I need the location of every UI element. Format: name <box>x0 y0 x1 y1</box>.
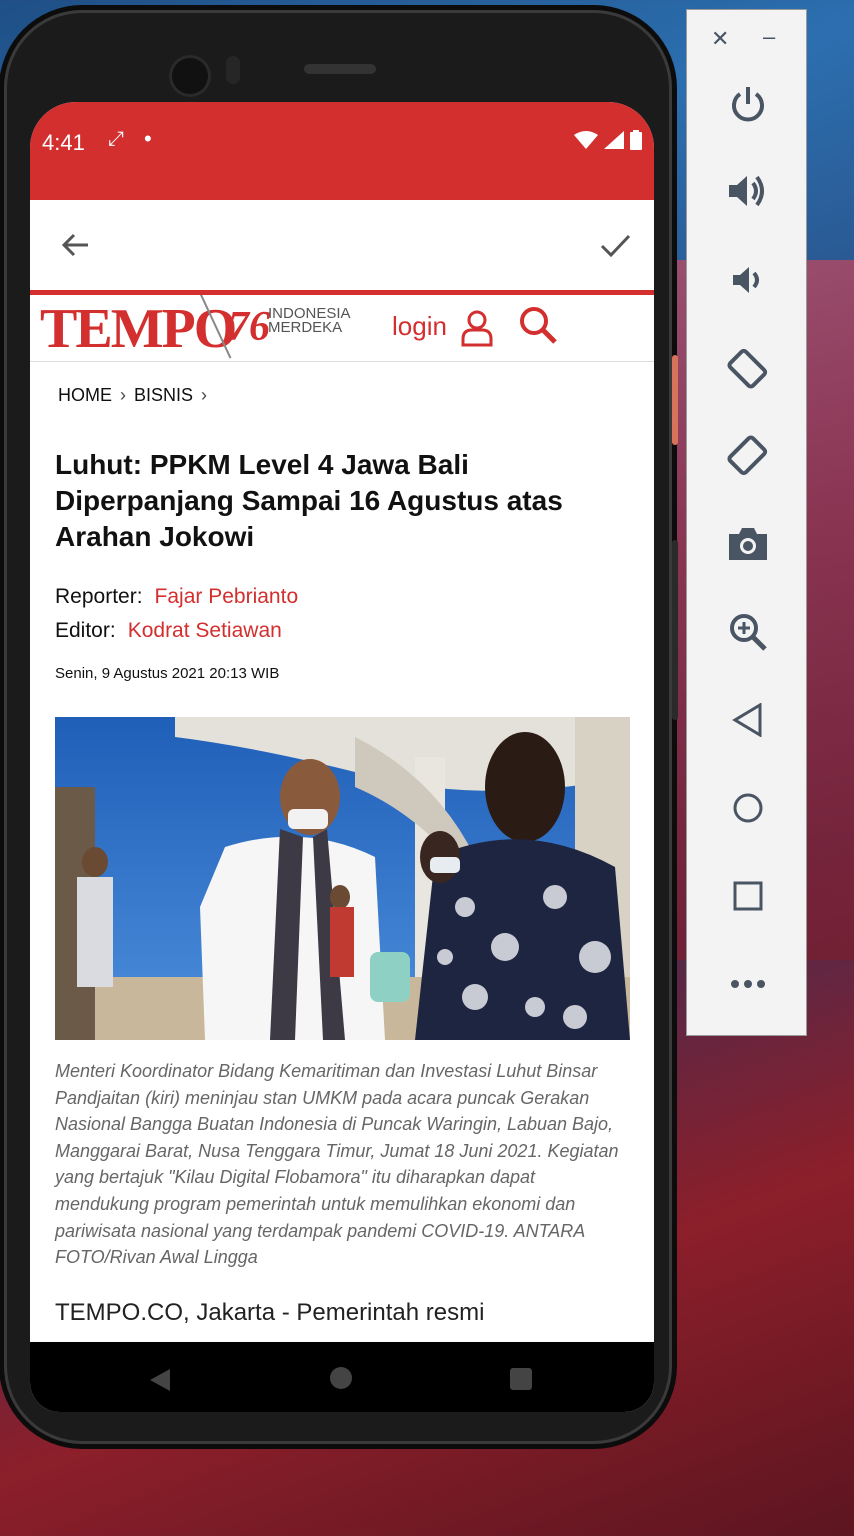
power-button[interactable] <box>687 74 808 134</box>
power-icon <box>731 87 764 122</box>
system-nav-bar <box>30 1342 654 1412</box>
screenshot-button[interactable] <box>687 514 808 574</box>
anniversary-logo: 76 <box>228 304 270 350</box>
publish-date: Senin, 9 Agustus 2021 20:13 WIB <box>55 665 280 682</box>
editor-line: Editor: Kodrat Setiawan <box>55 619 282 643</box>
search-icon[interactable] <box>518 305 558 345</box>
battery-icon <box>630 130 642 150</box>
back-button[interactable] <box>687 690 808 750</box>
chevron-right-icon: › <box>201 385 208 405</box>
signal-icon <box>604 131 624 149</box>
nav-back-icon[interactable] <box>148 1368 172 1392</box>
breadcrumb-bisnis[interactable]: BISNIS <box>134 385 193 406</box>
volume-up-button[interactable] <box>687 161 808 221</box>
volume-rocker[interactable] <box>672 540 678 720</box>
reporter-line: Reporter: Fajar Pebrianto <box>55 585 298 609</box>
tagline-line2: MERDEKA <box>268 319 343 336</box>
article-webview: TEMPO 76 INDONESIA MERDEKA login HOME › … <box>30 295 654 1340</box>
photo-caption: Menteri Koordinator Bidang Kemaritiman d… <box>55 1061 619 1268</box>
rotate-right-icon <box>726 435 767 476</box>
emulator-toolbar: ✕ – <box>686 9 807 1036</box>
overview-icon <box>733 881 762 911</box>
breadcrumb-home[interactable]: HOME <box>58 385 112 406</box>
rotate-right-button[interactable] <box>687 426 808 486</box>
phone-frame: 4:41 ⤢ • TEMPO 76 INDONESIA MERDEKA logi… <box>4 10 672 1444</box>
editor-name-link[interactable]: Kodrat Setiawan <box>128 619 282 642</box>
home-button[interactable] <box>687 778 808 838</box>
checkmark-icon[interactable] <box>598 228 632 262</box>
nav-home-icon[interactable] <box>330 1367 352 1389</box>
notification-dot-icon: • <box>144 126 152 151</box>
login-link[interactable]: login <box>392 311 447 342</box>
proximity-sensor <box>226 56 240 84</box>
sync-icon: ⤢ <box>108 128 124 150</box>
side-button[interactable] <box>672 355 678 445</box>
rotate-left-icon <box>726 348 767 389</box>
minimize-icon[interactable]: – <box>763 24 775 50</box>
photo-illustration <box>55 717 630 1040</box>
zoom-button[interactable] <box>687 602 808 662</box>
device-screen: 4:41 ⤢ • TEMPO 76 INDONESIA MERDEKA logi… <box>30 102 654 1412</box>
camera-icon <box>728 528 767 560</box>
status-icons <box>574 130 642 150</box>
status-bar: 4:41 ⤢ • <box>30 102 654 200</box>
volume-down-button[interactable] <box>687 250 808 310</box>
chevron-right-icon: › <box>120 385 126 405</box>
earpiece-speaker <box>304 64 376 74</box>
more-button[interactable] <box>687 954 808 1014</box>
close-icon[interactable]: ✕ <box>711 26 729 52</box>
zoom-icon <box>729 614 767 651</box>
volume-down-icon <box>732 267 759 293</box>
user-icon[interactable] <box>460 309 494 347</box>
back-icon <box>731 703 761 737</box>
editor-label: Editor: <box>55 619 116 642</box>
reporter-name-link[interactable]: Fajar Pebrianto <box>155 585 299 608</box>
article-headline: Luhut: PPKM Level 4 Jawa Bali Diperpanja… <box>55 449 563 552</box>
back-arrow-icon[interactable] <box>58 228 92 262</box>
site-header: TEMPO 76 INDONESIA MERDEKA login <box>30 295 654 362</box>
wifi-icon <box>574 131 598 149</box>
breadcrumb: HOME › BISNIS › <box>58 385 207 406</box>
rotate-left-button[interactable] <box>687 338 808 398</box>
article-photo[interactable] <box>55 717 630 1040</box>
home-icon <box>733 793 762 823</box>
reporter-label: Reporter: <box>55 585 143 608</box>
more-icon <box>730 980 765 988</box>
app-bar <box>30 200 654 295</box>
front-camera <box>172 58 208 94</box>
overview-button[interactable] <box>687 866 808 926</box>
article-lead: TEMPO.CO, Jakarta - Pemerintah resmi <box>55 1299 485 1326</box>
nav-recents-icon[interactable] <box>510 1368 532 1390</box>
status-time: 4:41 <box>42 130 85 155</box>
volume-up-icon <box>728 175 764 207</box>
logo-tagline: INDONESIA MERDEKA <box>268 306 351 336</box>
